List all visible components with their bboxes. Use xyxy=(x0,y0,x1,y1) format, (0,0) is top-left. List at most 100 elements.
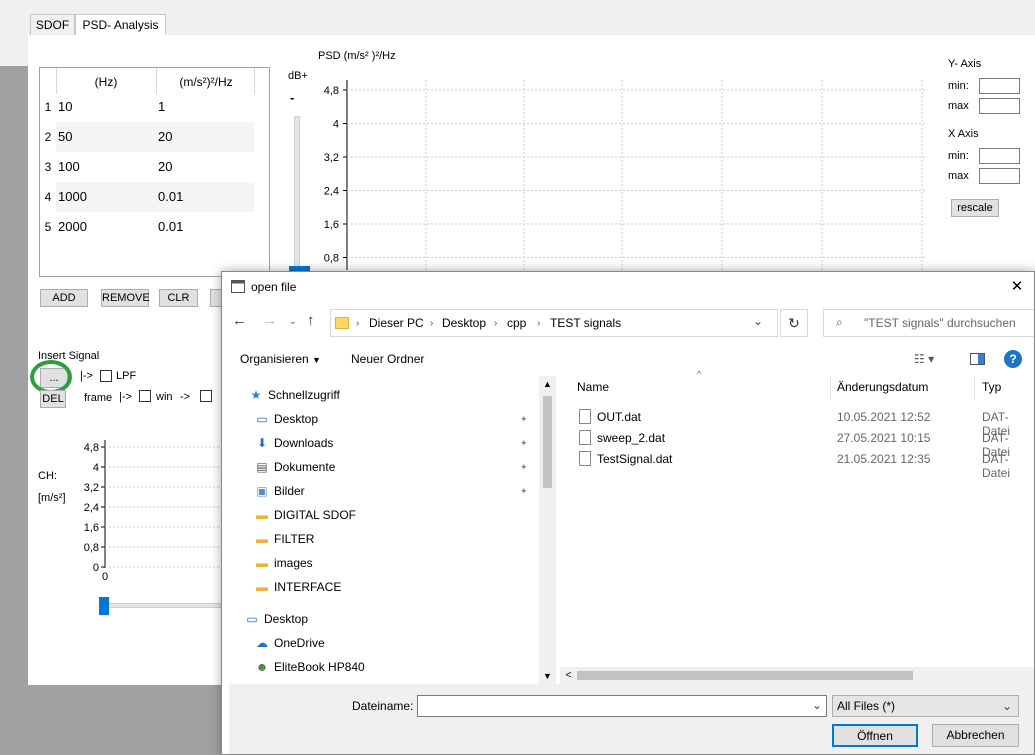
new-folder-button[interactable]: Neuer Ordner xyxy=(351,352,424,366)
nav-item[interactable]: ★ Schnellzugriff xyxy=(248,384,340,406)
row-index: 4 xyxy=(40,182,56,212)
frame-checkbox[interactable] xyxy=(200,390,212,402)
table-row[interactable]: 10 1 xyxy=(56,92,254,122)
cell-hz[interactable]: 100 xyxy=(58,152,80,182)
cell-psd[interactable]: 0.01 xyxy=(158,182,183,212)
nav-scrollbar[interactable]: ▲ ▼ xyxy=(539,376,556,684)
scroll-left-icon[interactable]: < xyxy=(560,667,577,684)
pin-icon[interactable]: ✦ xyxy=(520,456,528,478)
nav-item[interactable]: ▬ images xyxy=(254,552,313,574)
file-type-filter[interactable]: All Files (*) ⌄ xyxy=(832,695,1019,717)
pin-icon[interactable]: ✦ xyxy=(520,432,528,454)
row-index: 1 xyxy=(40,92,56,122)
pin-icon[interactable]: ✦ xyxy=(520,408,528,430)
table-row[interactable]: 1000 0.01 xyxy=(56,182,254,212)
close-icon[interactable]: ✕ xyxy=(1002,276,1032,298)
download-icon: ⬇ xyxy=(256,436,268,450)
x-axis-title: X Axis xyxy=(948,128,979,140)
breadcrumb-test-signals[interactable]: TEST signals xyxy=(550,316,621,330)
address-dropdown-icon[interactable]: ⌄ xyxy=(753,314,763,328)
remove-row-button[interactable]: REMOVE xyxy=(101,289,150,307)
tab-sdof[interactable]: SDOF xyxy=(30,14,75,36)
horizontal-scrollbar[interactable]: < xyxy=(560,667,1034,684)
column-header-name[interactable]: Name xyxy=(577,380,609,394)
filter-value: All Files (*) xyxy=(837,699,896,713)
delete-signal-button[interactable]: DEL xyxy=(40,390,66,408)
column-header-type[interactable]: Typ xyxy=(982,380,1001,394)
x-max-field[interactable] xyxy=(979,168,1020,184)
open-file-dialog: open file ✕ ← → ⌄ ↑ › Dieser PC › Deskto… xyxy=(221,271,1035,755)
rescale-button[interactable]: rescale xyxy=(951,199,999,217)
table-row[interactable]: 100 20 xyxy=(56,152,254,182)
cell-psd[interactable]: 20 xyxy=(158,152,172,182)
folder-icon xyxy=(335,317,349,329)
nav-item[interactable]: ▬ FILTER xyxy=(254,528,314,550)
list-item[interactable]: OUT.dat 10.05.2021 12:52 DAT-Datei xyxy=(577,408,1034,438)
nav-item[interactable]: ☻ EliteBook HP840 xyxy=(254,656,365,678)
nav-item[interactable]: ▬ INTERFACE xyxy=(254,576,341,598)
breadcrumb-desktop[interactable]: Desktop xyxy=(442,316,486,330)
y-min-field[interactable] xyxy=(979,78,1020,94)
y-max-label: max xyxy=(948,100,969,112)
db-slider[interactable] xyxy=(294,116,300,276)
lpf-checkbox[interactable] xyxy=(100,370,112,382)
refresh-icon[interactable]: ↻ xyxy=(780,309,808,337)
table-row[interactable]: 50 20 xyxy=(56,122,254,152)
column-header-date[interactable]: Änderungsdatum xyxy=(837,380,928,394)
address-bar[interactable]: › Dieser PC › Desktop › cpp › TEST signa… xyxy=(330,309,778,337)
psd-breakpoint-table[interactable]: (Hz) (m/s²)²/Hz 1 10 1 2 50 20 3 100 20 … xyxy=(39,67,270,277)
cell-hz[interactable]: 10 xyxy=(58,92,72,122)
help-icon[interactable]: ? xyxy=(1004,350,1022,368)
y-tick-label: 1,6 xyxy=(84,522,99,534)
nav-item[interactable]: ⬇ Downloads ✦ xyxy=(254,432,532,454)
x-min-field[interactable] xyxy=(979,148,1020,164)
scroll-thumb[interactable] xyxy=(543,396,552,488)
breadcrumb-this-pc[interactable]: Dieser PC xyxy=(369,316,424,330)
cell-psd[interactable]: 1 xyxy=(158,92,165,122)
y-tick-label: 4,8 xyxy=(84,442,99,454)
pin-icon[interactable]: ✦ xyxy=(520,480,528,502)
nav-item[interactable]: ☁ OneDrive xyxy=(254,632,325,654)
recent-chevron-icon[interactable]: ⌄ xyxy=(289,316,297,327)
organize-menu[interactable]: Organisieren ▼ xyxy=(240,352,321,366)
cell-psd[interactable]: 20 xyxy=(158,122,172,152)
nav-item-label: Bilder xyxy=(274,484,305,498)
list-item[interactable]: TestSignal.dat 21.05.2021 12:35 DAT-Date… xyxy=(577,450,1034,480)
up-arrow-icon[interactable]: ↑ xyxy=(307,312,315,329)
open-button[interactable]: Öffnen xyxy=(832,724,918,747)
cell-psd[interactable]: 0.01 xyxy=(158,212,183,242)
filename-input[interactable]: ⌄ xyxy=(417,695,827,717)
sort-up-icon: ^ xyxy=(697,369,702,379)
time-slider[interactable] xyxy=(100,603,221,608)
cell-hz[interactable]: 1000 xyxy=(58,182,87,212)
nav-item[interactable]: ▬ DIGITAL SDOF xyxy=(254,504,356,526)
nav-item[interactable]: ▤ Dokumente ✦ xyxy=(254,456,532,478)
tab-psd-analysis[interactable]: PSD- Analysis xyxy=(75,14,166,37)
cancel-button[interactable]: Abbrechen xyxy=(932,724,1019,747)
cell-hz[interactable]: 2000 xyxy=(58,212,87,242)
h-scroll-thumb[interactable] xyxy=(577,671,913,680)
add-row-button[interactable]: ADD xyxy=(40,289,88,307)
time-slider-handle[interactable] xyxy=(99,597,109,615)
breadcrumb-cpp[interactable]: cpp xyxy=(507,316,526,330)
highlight-circle xyxy=(30,360,72,394)
y-max-field[interactable] xyxy=(979,98,1020,114)
filter-dropdown-icon: ⌄ xyxy=(1001,699,1012,713)
scroll-down-icon[interactable]: ▼ xyxy=(539,668,556,684)
view-options-icon[interactable]: ☷ ▾ xyxy=(914,352,934,366)
nav-item[interactable]: ▭ Desktop xyxy=(244,608,308,630)
cell-hz[interactable]: 50 xyxy=(58,122,72,152)
filename-dropdown-icon[interactable]: ⌄ xyxy=(812,698,822,712)
nav-item[interactable]: ▣ Bilder ✦ xyxy=(254,480,532,502)
forward-arrow-icon[interactable]: → xyxy=(262,312,277,329)
search-box[interactable]: ⌕ "TEST signals" durchsuchen xyxy=(823,309,1034,337)
scroll-up-icon[interactable]: ▲ xyxy=(539,376,556,392)
breadcrumb-chevron-icon: › xyxy=(430,318,434,329)
back-arrow-icon[interactable]: ← xyxy=(232,312,247,329)
nav-item[interactable]: ▭ Desktop ✦ xyxy=(254,408,532,430)
clear-table-button[interactable]: CLR xyxy=(159,289,198,307)
list-item[interactable]: sweep_2.dat 27.05.2021 10:15 DAT-Datei xyxy=(577,429,1034,459)
table-row[interactable]: 2000 0.01 xyxy=(56,212,254,242)
preview-pane-icon[interactable] xyxy=(970,353,985,365)
win-checkbox[interactable] xyxy=(139,390,151,402)
